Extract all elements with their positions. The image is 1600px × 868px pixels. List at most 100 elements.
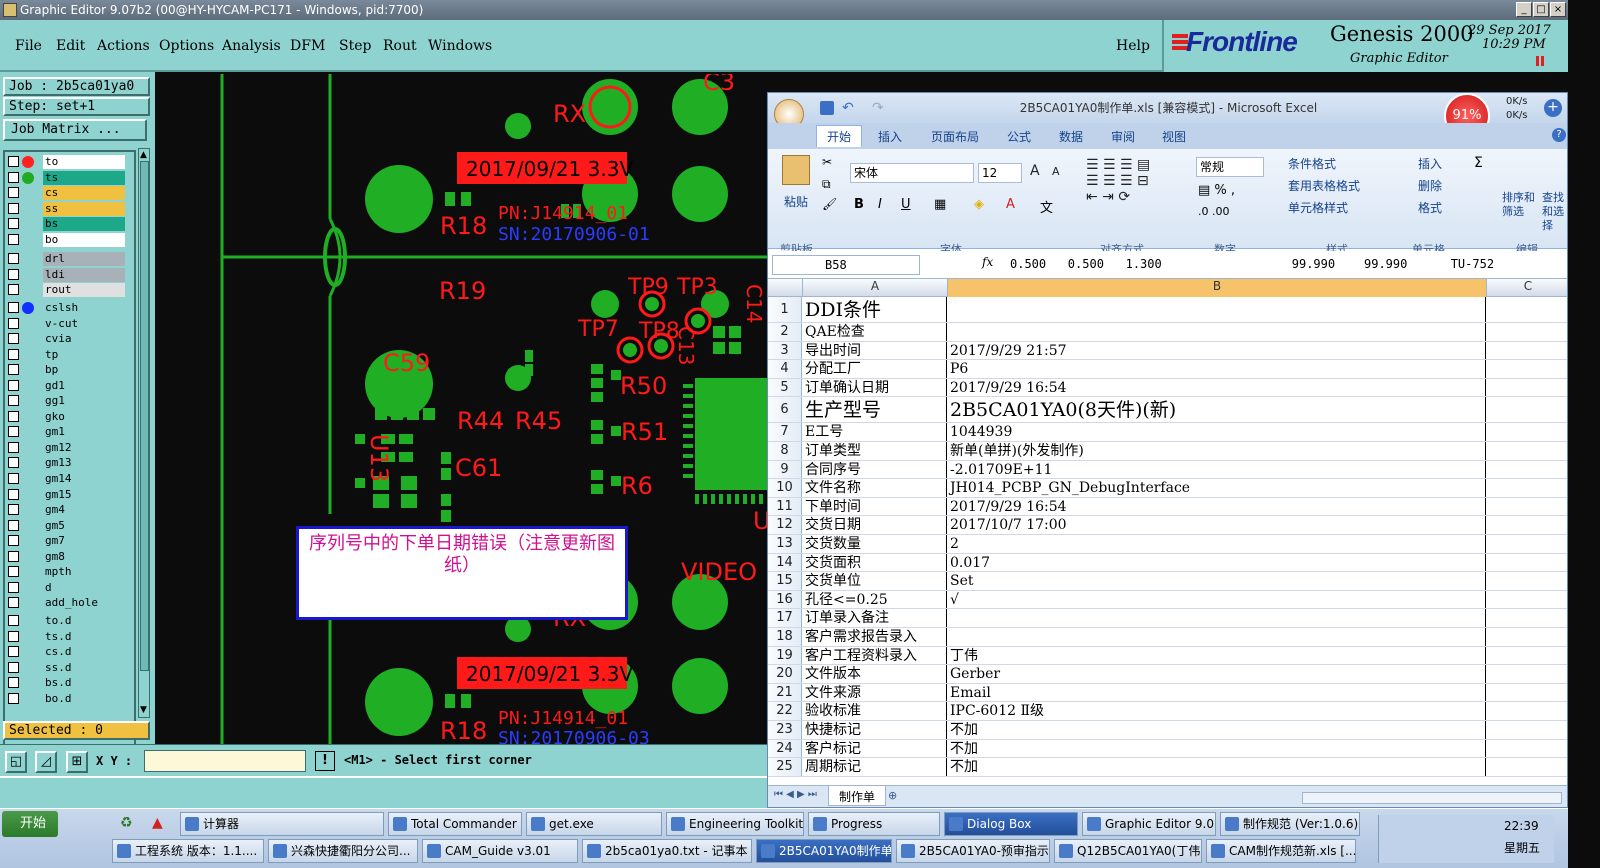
- undo-icon[interactable]: ↶: [842, 93, 854, 123]
- cell-b[interactable]: 2017/9/29 16:54: [948, 497, 1486, 516]
- layer-checkbox[interactable]: [8, 566, 19, 578]
- layer-name[interactable]: gm15: [43, 487, 125, 502]
- paste-button[interactable]: 粘贴: [784, 193, 808, 210]
- layer-checkbox[interactable]: [8, 317, 19, 329]
- row-number[interactable]: 17: [768, 609, 802, 627]
- cell-styles-button[interactable]: 单元格样式: [1288, 199, 1348, 216]
- menu-edit[interactable]: Edit: [56, 38, 85, 54]
- find-select-button[interactable]: 查找和选择: [1542, 191, 1567, 233]
- cell-b[interactable]: 不加: [948, 721, 1486, 739]
- layer-row[interactable]: ldi: [8, 267, 125, 282]
- row-number[interactable]: 13: [768, 535, 802, 553]
- layer-checkbox[interactable]: [8, 333, 19, 345]
- layer-row[interactable]: gm14: [8, 472, 125, 486]
- cell-b[interactable]: 2B5CA01YA0(8天件)(新): [948, 397, 1486, 423]
- layer-row[interactable]: tp: [8, 347, 125, 362]
- layer-checkbox[interactable]: [8, 692, 19, 704]
- layer-name[interactable]: gm12: [43, 440, 125, 455]
- layer-name[interactable]: drl: [43, 252, 125, 267]
- column-header-a[interactable]: A: [803, 279, 948, 297]
- layer-checkbox[interactable]: [8, 630, 19, 642]
- layer-name[interactable]: gm1: [43, 425, 125, 440]
- cell-a[interactable]: 交货单位: [803, 572, 947, 590]
- grow-font-icon[interactable]: A: [1030, 163, 1040, 179]
- layer-checkbox[interactable]: [8, 677, 19, 689]
- cell-b[interactable]: [948, 323, 1486, 341]
- taskbar-button[interactable]: 2B5CA01YA0-预审指示...: [896, 839, 1050, 863]
- font-size-select[interactable]: 12: [978, 163, 1022, 183]
- row-number[interactable]: 21: [768, 683, 802, 702]
- cell-b[interactable]: 2017/10/7 17:00: [948, 516, 1486, 534]
- layer-checkbox[interactable]: [8, 348, 19, 360]
- cell-b[interactable]: Set: [948, 572, 1486, 590]
- row-number[interactable]: 11: [768, 497, 802, 516]
- layer-checkbox[interactable]: [8, 504, 19, 516]
- quicklaunch-icon-2[interactable]: ▲: [152, 815, 163, 831]
- copy-icon[interactable]: ⧉: [822, 177, 831, 192]
- layer-name[interactable]: gm5: [43, 518, 125, 533]
- layer-name[interactable]: gm8: [43, 549, 125, 564]
- cell-a[interactable]: 客户标记: [803, 739, 947, 758]
- layer-checkbox[interactable]: [8, 426, 19, 438]
- taskbar-button[interactable]: 工程系统 版本：1.1....: [112, 839, 264, 863]
- cell-a[interactable]: 交货面积: [803, 553, 947, 572]
- formula-input[interactable]: 0.500 0.500 1.300 99.990 99.990 TU-752: [1010, 257, 1494, 271]
- cell-a[interactable]: 合同序号: [803, 460, 947, 479]
- snap-tool-icon[interactable]: ◱: [5, 751, 27, 773]
- layer-name[interactable]: gm14: [43, 472, 125, 486]
- font-color-icon[interactable]: A: [1006, 197, 1015, 212]
- layer-list-scrollbar[interactable]: ▲ ▼: [138, 148, 150, 718]
- taskbar-button[interactable]: Q12B5CA01YA0(丁伟)2...: [1054, 839, 1202, 863]
- cell-a[interactable]: E工号: [803, 423, 947, 441]
- tab-data[interactable]: 数据: [1059, 128, 1083, 145]
- layer-name[interactable]: gm4: [43, 503, 125, 518]
- cell-b[interactable]: P6: [948, 360, 1486, 378]
- layer-row[interactable]: gm5: [8, 518, 125, 533]
- taskbar-button[interactable]: CAM_Guide v3.01: [422, 839, 578, 863]
- row-number[interactable]: 2: [768, 323, 802, 341]
- layer-checkbox[interactable]: [8, 395, 19, 407]
- layer-row[interactable]: bs: [8, 217, 125, 232]
- cell-a[interactable]: 文件版本: [803, 665, 947, 683]
- layer-row[interactable]: bo.d: [8, 691, 125, 706]
- layer-checkbox[interactable]: [8, 581, 19, 593]
- taskbar-button[interactable]: 制作规范 (Ver:1.0.6): [1220, 812, 1360, 836]
- layer-checkbox[interactable]: [8, 284, 19, 296]
- conditional-format-button[interactable]: 条件格式: [1288, 155, 1336, 172]
- taskbar-button[interactable]: 兴森快捷衢阳分公司...: [268, 839, 418, 863]
- row-number[interactable]: 23: [768, 721, 802, 739]
- board-drawing[interactable]: RX R18 R18 R19 C59 TP9 TP3 TP7 TP8 R50 R…: [155, 74, 767, 744]
- layer-name[interactable]: ts: [43, 170, 125, 185]
- cut-icon[interactable]: ✂: [822, 155, 832, 169]
- shrink-font-icon[interactable]: A: [1052, 165, 1060, 178]
- autosum-icon[interactable]: Σ: [1474, 155, 1483, 171]
- layer-name[interactable]: bo: [43, 232, 125, 247]
- layer-name[interactable]: tp: [43, 347, 125, 362]
- layer-checkbox[interactable]: [8, 535, 19, 547]
- layer-row[interactable]: ts.d: [8, 629, 125, 644]
- format-cells-button[interactable]: 格式: [1418, 199, 1442, 216]
- taskbar-button[interactable]: CAM制作规范新.xls [...: [1206, 839, 1356, 863]
- info-icon[interactable]: !: [315, 751, 335, 771]
- taskbar-button[interactable]: 计算器: [180, 812, 384, 836]
- save-icon[interactable]: [820, 101, 834, 115]
- tab-review[interactable]: 审阅: [1111, 128, 1135, 145]
- cell-a[interactable]: QAE检查: [803, 323, 947, 341]
- row-number[interactable]: 4: [768, 360, 802, 378]
- menu-analysis[interactable]: Analysis: [222, 38, 281, 54]
- border-icon[interactable]: ▦: [934, 197, 946, 212]
- taskbar-button[interactable]: Engineering Toolkit 9...: [666, 812, 804, 836]
- taskbar-button[interactable]: Graphic Editor 9.07b...: [1082, 812, 1216, 836]
- layer-row[interactable]: d: [8, 580, 125, 595]
- cell-a[interactable]: 客户需求报告录入: [803, 628, 947, 646]
- italic-icon[interactable]: I: [878, 197, 882, 212]
- layer-row[interactable]: ss: [8, 201, 125, 216]
- taskbar-button[interactable]: Progress: [808, 812, 940, 836]
- layer-name[interactable]: v-cut: [43, 316, 125, 331]
- cell-a[interactable]: 下单时间: [803, 497, 947, 516]
- layer-row[interactable]: gd1: [8, 378, 125, 393]
- layer-checkbox[interactable]: [8, 379, 19, 391]
- cell-b[interactable]: √: [948, 590, 1486, 609]
- layer-checkbox[interactable]: [8, 301, 19, 313]
- layer-checkbox[interactable]: [8, 550, 19, 562]
